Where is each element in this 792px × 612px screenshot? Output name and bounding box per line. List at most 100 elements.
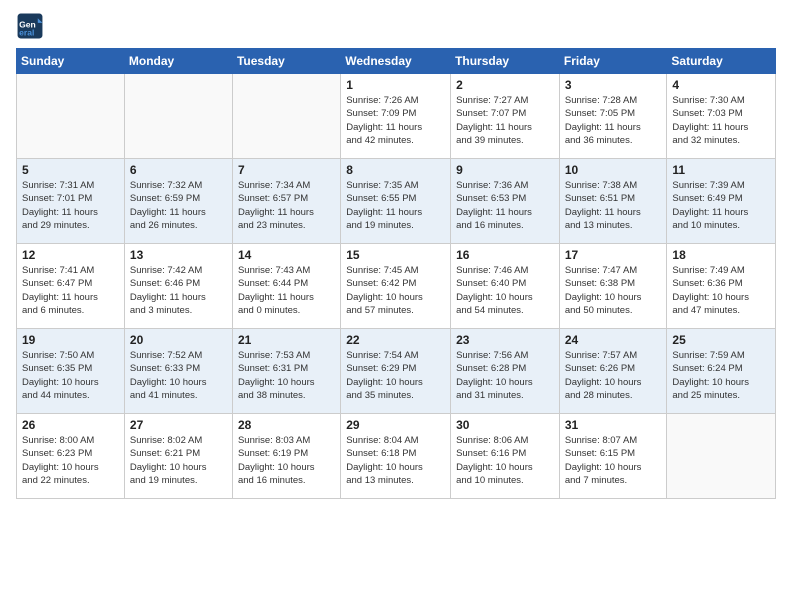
calendar-week-row: 5 Sunrise: 7:31 AM Sunset: 7:01 PM Daylig…: [17, 159, 776, 244]
calendar-cell: 7Sunrise: 7:34 AM Sunset: 6:57 PM Daylig…: [232, 159, 340, 244]
page-header: Gen eral: [16, 12, 776, 40]
day-info: Sunrise: 7:47 AM Sunset: 6:38 PM Dayligh…: [565, 264, 662, 317]
calendar-cell: 30Sunrise: 8:06 AM Sunset: 6:16 PM Dayli…: [451, 414, 560, 499]
day-number: 28: [238, 418, 335, 432]
day-info: Sunrise: 7:41 AM Sunset: 6:47 PM Dayligh…: [22, 264, 119, 317]
calendar-week-row: 19Sunrise: 7:50 AM Sunset: 6:35 PM Dayli…: [17, 329, 776, 414]
day-info: Sunrise: 7:30 AM Sunset: 7:03 PM Dayligh…: [672, 94, 770, 147]
logo-icon: Gen eral: [16, 12, 44, 40]
day-info: Sunrise: 8:07 AM Sunset: 6:15 PM Dayligh…: [565, 434, 662, 487]
calendar-cell: 4 Sunrise: 7:30 AM Sunset: 7:03 PM Daylig…: [667, 74, 776, 159]
day-info: Sunrise: 7:46 AM Sunset: 6:40 PM Dayligh…: [456, 264, 554, 317]
day-number: 23: [456, 333, 554, 347]
day-number: 21: [238, 333, 335, 347]
calendar-cell: 15Sunrise: 7:45 AM Sunset: 6:42 PM Dayli…: [341, 244, 451, 329]
calendar-cell: 21 Sunrise: 7:53 AM Sunset: 6:31 PM Dayli…: [232, 329, 340, 414]
calendar-cell: 8 Sunrise: 7:35 AM Sunset: 6:55 PM Daylig…: [341, 159, 451, 244]
weekday-header-monday: Monday: [124, 49, 232, 74]
day-info: Sunrise: 8:06 AM Sunset: 6:16 PM Dayligh…: [456, 434, 554, 487]
calendar-cell: 26 Sunrise: 8:00 AM Sunset: 6:23 PM Dayli…: [17, 414, 125, 499]
day-number: 15: [346, 248, 445, 262]
calendar-cell: 1 Sunrise: 7:26 AM Sunset: 7:09 PM Daylig…: [341, 74, 451, 159]
calendar-cell: 28 Sunrise: 8:03 AM Sunset: 6:19 PM Dayli…: [232, 414, 340, 499]
day-number: 29: [346, 418, 445, 432]
day-info: Sunrise: 7:49 AM Sunset: 6:36 PM Dayligh…: [672, 264, 770, 317]
day-info: Sunrise: 7:42 AM Sunset: 6:46 PM Dayligh…: [130, 264, 227, 317]
day-number: 9: [456, 163, 554, 177]
day-number: 6: [130, 163, 227, 177]
day-number: 31: [565, 418, 662, 432]
day-info: Sunrise: 8:03 AM Sunset: 6:19 PM Dayligh…: [238, 434, 335, 487]
calendar-cell: 27Sunrise: 8:02 AM Sunset: 6:21 PM Dayli…: [124, 414, 232, 499]
day-info: Sunrise: 7:38 AM Sunset: 6:51 PM Dayligh…: [565, 179, 662, 232]
day-number: 8: [346, 163, 445, 177]
weekday-header-sunday: Sunday: [17, 49, 125, 74]
calendar-cell: [232, 74, 340, 159]
calendar-cell: 25 Sunrise: 7:59 AM Sunset: 6:24 PM Dayli…: [667, 329, 776, 414]
day-number: 25: [672, 333, 770, 347]
svg-text:eral: eral: [19, 27, 34, 37]
day-number: 5: [22, 163, 119, 177]
day-info: Sunrise: 7:56 AM Sunset: 6:28 PM Dayligh…: [456, 349, 554, 402]
calendar-header-row: SundayMondayTuesdayWednesdayThursdayFrid…: [17, 49, 776, 74]
calendar-cell: 19Sunrise: 7:50 AM Sunset: 6:35 PM Dayli…: [17, 329, 125, 414]
day-number: 3: [565, 78, 662, 92]
calendar-cell: 11Sunrise: 7:39 AM Sunset: 6:49 PM Dayli…: [667, 159, 776, 244]
day-number: 1: [346, 78, 445, 92]
day-number: 26: [22, 418, 119, 432]
day-info: Sunrise: 7:53 AM Sunset: 6:31 PM Dayligh…: [238, 349, 335, 402]
day-number: 2: [456, 78, 554, 92]
calendar-cell: 5 Sunrise: 7:31 AM Sunset: 7:01 PM Daylig…: [17, 159, 125, 244]
day-info: Sunrise: 7:35 AM Sunset: 6:55 PM Dayligh…: [346, 179, 445, 232]
day-number: 16: [456, 248, 554, 262]
day-info: Sunrise: 8:04 AM Sunset: 6:18 PM Dayligh…: [346, 434, 445, 487]
calendar-cell: 12 Sunrise: 7:41 AM Sunset: 6:47 PM Dayli…: [17, 244, 125, 329]
weekday-header-saturday: Saturday: [667, 49, 776, 74]
calendar-cell: 9 Sunrise: 7:36 AM Sunset: 6:53 PM Daylig…: [451, 159, 560, 244]
day-info: Sunrise: 7:59 AM Sunset: 6:24 PM Dayligh…: [672, 349, 770, 402]
calendar-cell: 16 Sunrise: 7:46 AM Sunset: 6:40 PM Dayli…: [451, 244, 560, 329]
weekday-header-thursday: Thursday: [451, 49, 560, 74]
day-number: 12: [22, 248, 119, 262]
day-info: Sunrise: 7:26 AM Sunset: 7:09 PM Dayligh…: [346, 94, 445, 147]
weekday-header-wednesday: Wednesday: [341, 49, 451, 74]
calendar-cell: 6 Sunrise: 7:32 AM Sunset: 6:59 PM Daylig…: [124, 159, 232, 244]
calendar-week-row: 26 Sunrise: 8:00 AM Sunset: 6:23 PM Dayli…: [17, 414, 776, 499]
day-info: Sunrise: 8:00 AM Sunset: 6:23 PM Dayligh…: [22, 434, 119, 487]
day-info: Sunrise: 7:50 AM Sunset: 6:35 PM Dayligh…: [22, 349, 119, 402]
day-number: 24: [565, 333, 662, 347]
logo: Gen eral: [16, 12, 46, 40]
calendar-table: SundayMondayTuesdayWednesdayThursdayFrid…: [16, 48, 776, 499]
day-number: 17: [565, 248, 662, 262]
calendar-cell: 29 Sunrise: 8:04 AM Sunset: 6:18 PM Dayli…: [341, 414, 451, 499]
day-info: Sunrise: 7:43 AM Sunset: 6:44 PM Dayligh…: [238, 264, 335, 317]
calendar-cell: [667, 414, 776, 499]
day-info: Sunrise: 7:28 AM Sunset: 7:05 PM Dayligh…: [565, 94, 662, 147]
calendar-cell: 13 Sunrise: 7:42 AM Sunset: 6:46 PM Dayli…: [124, 244, 232, 329]
day-info: Sunrise: 7:54 AM Sunset: 6:29 PM Dayligh…: [346, 349, 445, 402]
day-info: Sunrise: 7:32 AM Sunset: 6:59 PM Dayligh…: [130, 179, 227, 232]
calendar-cell: [124, 74, 232, 159]
day-number: 20: [130, 333, 227, 347]
calendar-cell: 22 Sunrise: 7:54 AM Sunset: 6:29 PM Dayli…: [341, 329, 451, 414]
day-number: 22: [346, 333, 445, 347]
calendar-cell: 2Sunrise: 7:27 AM Sunset: 7:07 PM Daylig…: [451, 74, 560, 159]
calendar-cell: 17 Sunrise: 7:47 AM Sunset: 6:38 PM Dayli…: [559, 244, 667, 329]
day-number: 14: [238, 248, 335, 262]
day-number: 4: [672, 78, 770, 92]
calendar-cell: 18Sunrise: 7:49 AM Sunset: 6:36 PM Dayli…: [667, 244, 776, 329]
weekday-header-friday: Friday: [559, 49, 667, 74]
day-info: Sunrise: 7:36 AM Sunset: 6:53 PM Dayligh…: [456, 179, 554, 232]
day-info: Sunrise: 8:02 AM Sunset: 6:21 PM Dayligh…: [130, 434, 227, 487]
weekday-header-tuesday: Tuesday: [232, 49, 340, 74]
day-number: 7: [238, 163, 335, 177]
day-number: 10: [565, 163, 662, 177]
calendar-cell: [17, 74, 125, 159]
calendar-cell: 23 Sunrise: 7:56 AM Sunset: 6:28 PM Dayli…: [451, 329, 560, 414]
day-info: Sunrise: 7:52 AM Sunset: 6:33 PM Dayligh…: [130, 349, 227, 402]
calendar-cell: 31 Sunrise: 8:07 AM Sunset: 6:15 PM Dayli…: [559, 414, 667, 499]
day-number: 11: [672, 163, 770, 177]
day-number: 13: [130, 248, 227, 262]
calendar-week-row: 12 Sunrise: 7:41 AM Sunset: 6:47 PM Dayli…: [17, 244, 776, 329]
day-info: Sunrise: 7:31 AM Sunset: 7:01 PM Dayligh…: [22, 179, 119, 232]
